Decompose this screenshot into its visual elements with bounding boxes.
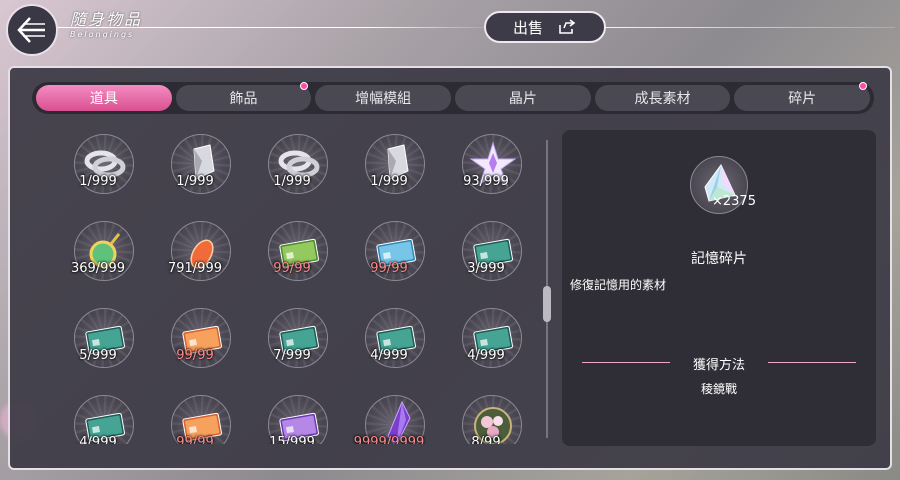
tab-5[interactable]: 碎片 [734, 82, 871, 111]
inventory-item[interactable]: 99/99 [153, 395, 237, 444]
inventory-item[interactable]: 93/999 [444, 134, 528, 210]
item-count: 1/999 [176, 174, 214, 189]
notification-dot [300, 82, 309, 90]
back-arrow-icon [17, 17, 45, 43]
inventory-item[interactable]: 4/999 [347, 308, 431, 384]
item-count: 15/999 [269, 435, 315, 444]
inventory-item[interactable]: 1/999 [347, 134, 431, 210]
item-count: 9999/9999 [353, 435, 425, 444]
inventory-item[interactable]: 9999/9999 [347, 395, 431, 444]
inventory-item[interactable]: 15/999 [250, 395, 334, 444]
tab-label: 飾品 [229, 91, 258, 107]
inventory-item[interactable]: 99/99 [153, 308, 237, 384]
tab-4[interactable]: 成長素材 [594, 85, 731, 111]
acquire-method-title: 獲得方法 [692, 358, 745, 373]
page-title: 隨身物品 [70, 10, 143, 29]
tab-label: 晶片 [508, 91, 537, 107]
item-count: 4/999 [79, 435, 117, 444]
detail-description: 修復記憶用的素材 [570, 278, 667, 292]
detail-quantity: ×2375 [712, 194, 756, 209]
detail-item-name: 記憶碎片 [691, 251, 747, 267]
item-count: 99/99 [176, 435, 214, 444]
tab-label: 碎片 [788, 91, 817, 107]
scrollbar-thumb[interactable] [543, 286, 551, 322]
item-count: 8/99 [471, 435, 501, 444]
inventory-item[interactable]: 1/999 [250, 134, 334, 210]
inventory-item[interactable]: 7/999 [250, 308, 334, 384]
tab-label: 道具 [89, 91, 118, 107]
tab-3[interactable]: 晶片 [455, 85, 591, 111]
category-tabs: 道具 飾品 增幅模組 晶片 成長素材 碎片 [32, 82, 874, 114]
item-count: 369/999 [70, 261, 125, 276]
item-count: 1/999 [370, 174, 408, 189]
inventory-item[interactable]: 369/999 [56, 221, 140, 297]
tab-1[interactable]: 飾品 [175, 82, 312, 111]
item-count: 4/999 [467, 348, 505, 363]
tab-0[interactable]: 道具 [36, 85, 172, 111]
page-subtitle: Belongings [70, 30, 135, 39]
tab-2[interactable]: 增幅模組 [315, 85, 452, 111]
item-count: 5/999 [79, 348, 117, 363]
export-icon [559, 19, 576, 34]
item-count: 99/99 [370, 261, 408, 276]
inventory-panel: 道具 飾品 增幅模組 晶片 成長素材 碎片 1/999 1/999 1/999 1/999 93/… [8, 66, 892, 470]
inventory-item[interactable]: 99/99 [347, 221, 431, 297]
inventory-item[interactable]: 3/999 [444, 221, 528, 297]
item-count: 1/999 [273, 174, 311, 189]
item-count: 791/999 [167, 261, 222, 276]
item-count: 93/999 [463, 174, 509, 189]
item-count: 3/999 [467, 261, 505, 276]
inventory-item[interactable]: 791/999 [153, 221, 237, 297]
tab-label: 成長素材 [634, 91, 691, 107]
item-count: 99/99 [176, 348, 214, 363]
tab-label: 增幅模組 [355, 91, 412, 107]
item-count: 99/99 [273, 261, 311, 276]
inventory-item[interactable]: 1/999 [56, 134, 140, 210]
inventory-item[interactable]: 4/999 [444, 308, 528, 384]
item-grid: 1/999 1/999 1/999 1/999 93/999 369/999 791/999… [34, 134, 534, 444]
inventory-item[interactable]: 99/99 [250, 221, 334, 297]
inventory-item[interactable]: 1/999 [153, 134, 237, 210]
item-detail-panel: ×2375 記憶碎片 修復記憶用的素材 獲得方法 稜鏡戰 [562, 130, 876, 446]
inventory-item[interactable]: 8/99 [444, 395, 528, 444]
header-divider-right [605, 27, 895, 28]
sell-button-label: 出售 [512, 18, 543, 37]
inventory-item[interactable]: 5/999 [56, 308, 140, 384]
acquire-source: 稜鏡戰 [700, 382, 737, 396]
item-count: 4/999 [370, 348, 408, 363]
back-button[interactable] [6, 4, 58, 56]
sell-button[interactable]: 出售 [484, 11, 606, 43]
notification-dot [859, 82, 868, 90]
inventory-item[interactable]: 4/999 [56, 395, 140, 444]
item-count: 7/999 [273, 348, 311, 363]
item-count: 1/999 [79, 174, 117, 189]
